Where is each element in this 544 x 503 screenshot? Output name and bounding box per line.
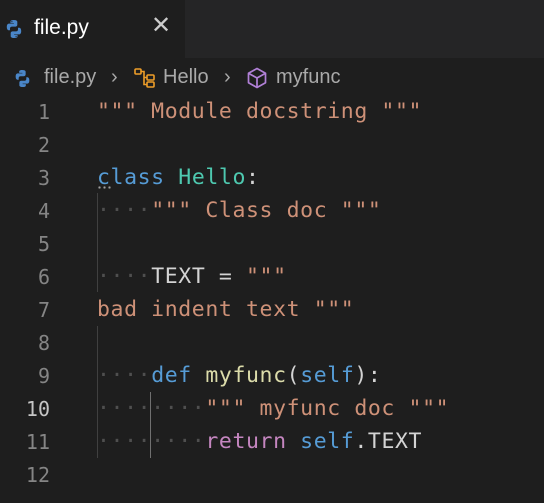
breadcrumb: file.py › Hello › myfunc <box>0 58 544 98</box>
line-number: 8 <box>37 331 50 355</box>
breadcrumb-class[interactable]: Hello <box>163 66 209 89</box>
function-name: myfunc <box>205 363 287 388</box>
code-line: 12 <box>0 461 544 494</box>
code-line: 7 bad indent text """ <box>0 296 544 329</box>
string: """ <box>246 264 287 289</box>
class-icon <box>134 68 155 88</box>
code-line: 6 ····TEXT = """ <box>0 263 544 296</box>
self-ref: self <box>300 429 355 454</box>
code-line: 11 ········return self.TEXT <box>0 428 544 461</box>
python-icon <box>15 69 30 88</box>
whitespace-marker: ········ <box>97 429 206 454</box>
class-name: Hello <box>178 165 247 190</box>
line-number: 9 <box>37 364 50 388</box>
line-number: 6 <box>37 265 50 289</box>
assignment: TEXT = <box>151 264 246 289</box>
whitespace-marker: ···· <box>97 198 152 223</box>
method-icon <box>247 67 267 89</box>
keyword: def <box>151 363 192 388</box>
code-line: 8 <box>0 329 544 362</box>
punctuation: ( <box>286 363 301 388</box>
code-line: 4 ····""" Class doc """ <box>0 197 544 230</box>
keyword: class <box>97 165 165 190</box>
string: bad indent text """ <box>97 297 355 322</box>
tab-bar: file.py ✕ <box>0 0 544 58</box>
code-line: 3 class Hello: <box>0 164 544 197</box>
whitespace-marker: ········ <box>97 396 206 421</box>
punctuation: ): <box>354 363 382 388</box>
line-number: 10 <box>25 397 50 421</box>
line-number: 11 <box>25 430 50 454</box>
whitespace-marker: ···· <box>97 264 152 289</box>
code-line-active: 10 ········""" myfunc doc """ <box>0 395 544 428</box>
line-number: 2 <box>37 133 50 157</box>
close-icon[interactable]: ✕ <box>148 13 174 39</box>
code-editor[interactable]: 1 """ Module docstring """ 2 3 class Hel… <box>0 98 544 503</box>
line-number: 1 <box>37 100 50 124</box>
attribute: .TEXT <box>354 429 423 454</box>
line-number: 7 <box>37 298 50 322</box>
breadcrumb-file[interactable]: file.py <box>44 66 96 89</box>
line-number: 3 <box>37 166 50 190</box>
docstring: """ Class doc """ <box>151 198 382 223</box>
docstring: """ myfunc doc """ <box>205 396 450 421</box>
tab-label: file.py <box>34 16 89 39</box>
whitespace-marker: ···· <box>97 363 152 388</box>
punctuation: : <box>246 165 260 190</box>
python-icon <box>6 20 22 38</box>
self-param: self <box>300 363 355 388</box>
line-number: 5 <box>37 232 50 256</box>
code-line: 9 ····def myfunc(self): <box>0 362 544 395</box>
breadcrumb-method[interactable]: myfunc <box>276 66 340 89</box>
line-number: 12 <box>25 463 50 487</box>
code-line: 5 <box>0 230 544 263</box>
tab-file-py[interactable]: file.py ✕ <box>0 0 185 58</box>
chevron-right-icon: › <box>111 66 118 88</box>
code-line: 2 <box>0 131 544 164</box>
code-line: 1 """ Module docstring """ <box>0 98 544 131</box>
chevron-right-icon: › <box>224 66 231 88</box>
line-number: 4 <box>37 199 50 223</box>
keyword-return: return <box>205 429 287 454</box>
docstring: """ Module docstring """ <box>97 99 423 124</box>
